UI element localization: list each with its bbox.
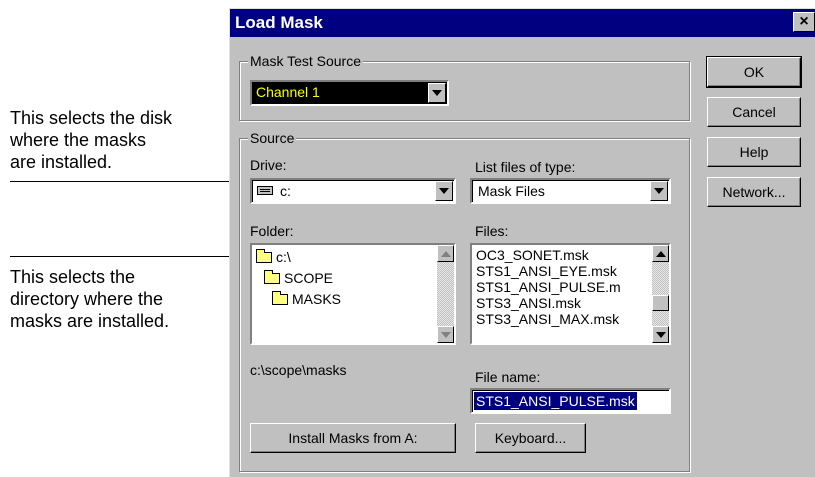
scroll-down-button[interactable] — [652, 326, 669, 343]
hard-drive-icon — [257, 186, 273, 195]
drive-value: c: — [280, 183, 291, 199]
scroll-down-button[interactable] — [437, 326, 454, 343]
load-mask-dialog: Load Mask × Mask Test Source Channel 1 S… — [229, 8, 815, 477]
folder-list[interactable]: c:\ SCOPE MASKS — [250, 243, 456, 345]
chevron-down-icon — [439, 188, 449, 194]
folder-callout-leader — [10, 256, 250, 257]
install-masks-button[interactable]: Install Masks from A: — [250, 423, 456, 453]
scroll-up-button[interactable] — [437, 245, 454, 262]
drive-callout-line3: are installed. — [10, 152, 113, 172]
folder-item-scope[interactable]: SCOPE — [264, 269, 334, 286]
folder-callout-line1: This selects the — [10, 267, 136, 287]
list-type-label: List files of type: — [475, 159, 576, 175]
chevron-up-icon — [440, 250, 451, 257]
folder-scrollbar[interactable] — [437, 245, 454, 343]
scroll-thumb[interactable] — [652, 295, 669, 311]
folder-open-icon — [256, 248, 272, 263]
mask-test-source-select[interactable]: Channel 1 — [250, 80, 449, 106]
folder-callout-line2: directory where the — [10, 289, 164, 309]
title-bar: Load Mask × — [230, 9, 815, 37]
network-button[interactable]: Network... — [707, 177, 801, 207]
folder-item-label: c:\ — [276, 249, 291, 265]
drive-callout-leader — [10, 181, 250, 182]
cancel-button[interactable]: Cancel — [707, 97, 801, 127]
file-item[interactable]: STS3_ANSI_MAX.msk — [476, 311, 619, 327]
folder-open-icon — [272, 290, 288, 305]
file-item[interactable]: STS3_ANSI.msk — [476, 295, 581, 311]
keyboard-button[interactable]: Keyboard... — [475, 423, 586, 453]
drive-callout-line2: where the masks — [10, 130, 147, 150]
mask-test-source-dropdown-button[interactable] — [428, 83, 446, 103]
file-item[interactable]: OC3_SONET.msk — [476, 247, 589, 263]
drive-label: Drive: — [250, 157, 287, 173]
chevron-down-icon — [654, 188, 664, 194]
drive-callout: This selects the disk where the masks ar… — [10, 107, 172, 173]
chevron-up-icon — [655, 250, 666, 257]
files-scrollbar[interactable] — [652, 245, 669, 343]
source-legend: Source — [248, 130, 297, 146]
folder-callout-line3: masks are installed. — [10, 311, 170, 331]
file-name-input[interactable]: STS1_ANSI_PULSE.msk — [470, 388, 671, 414]
list-type-select[interactable]: Mask Files — [470, 178, 671, 204]
list-type-value: Mask Files — [478, 183, 545, 199]
drive-callout-line1: This selects the disk — [10, 108, 173, 128]
file-item[interactable]: STS1_ANSI_PULSE.m — [476, 279, 621, 295]
chevron-down-icon — [440, 331, 451, 338]
help-button[interactable]: Help — [707, 137, 801, 167]
dialog-title: Load Mask — [235, 13, 323, 32]
drive-dropdown-button[interactable] — [435, 181, 453, 201]
mask-test-source-value: Channel 1 — [256, 84, 320, 100]
file-name-value: STS1_ANSI_PULSE.msk — [474, 392, 637, 410]
chevron-down-icon — [432, 90, 442, 96]
file-item[interactable]: STS1_ANSI_EYE.msk — [476, 263, 617, 279]
mask-test-source-legend: Mask Test Source — [248, 53, 364, 69]
current-path: c:\scope\masks — [250, 362, 347, 378]
folder-item-root[interactable]: c:\ — [256, 248, 291, 265]
folder-item-label: MASKS — [292, 291, 342, 307]
close-button[interactable]: × — [793, 12, 815, 32]
chevron-down-icon — [655, 331, 666, 338]
drive-select[interactable]: c: — [250, 178, 456, 204]
files-list[interactable]: OC3_SONET.msk STS1_ANSI_EYE.msk STS1_ANS… — [470, 243, 671, 345]
files-label: Files: — [475, 223, 509, 239]
folder-callout: This selects the directory where the mas… — [10, 266, 169, 332]
scroll-up-button[interactable] — [652, 245, 669, 262]
folder-item-label: SCOPE — [284, 270, 334, 286]
folder-label: Folder: — [250, 223, 294, 239]
ok-button[interactable]: OK — [706, 56, 802, 88]
folder-open-icon — [264, 269, 280, 284]
folder-item-masks[interactable]: MASKS — [272, 290, 342, 307]
close-icon: × — [799, 13, 809, 30]
list-type-dropdown-button[interactable] — [650, 181, 668, 201]
file-name-label: File name: — [475, 369, 541, 385]
